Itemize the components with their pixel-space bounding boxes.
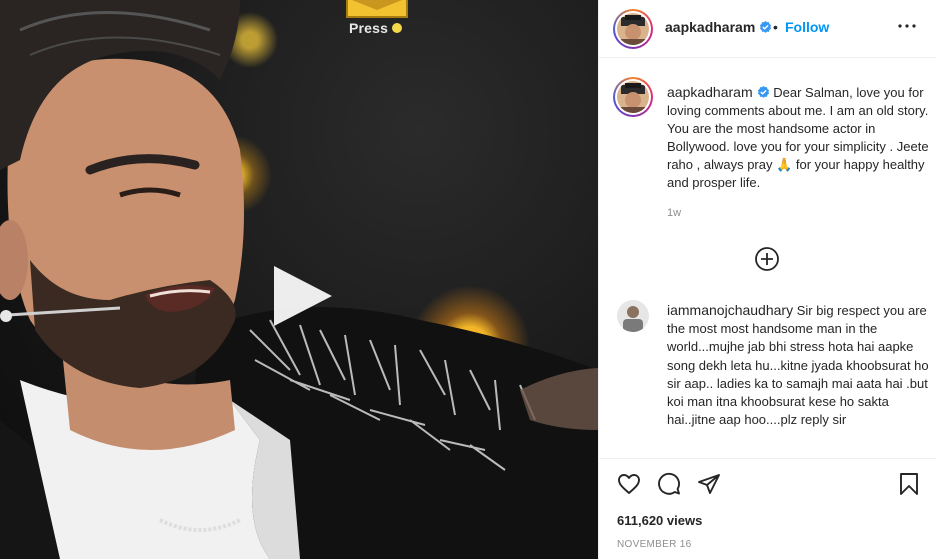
caption-author-avatar[interactable] bbox=[613, 77, 653, 117]
view-count[interactable]: 611,620 views bbox=[617, 513, 702, 528]
author-avatar[interactable] bbox=[613, 9, 653, 49]
action-bar bbox=[599, 458, 936, 508]
heart-icon[interactable] bbox=[617, 472, 641, 496]
comment-text: Sir big respect you are the most most ha… bbox=[667, 303, 929, 428]
more-options-icon[interactable] bbox=[895, 14, 919, 38]
post-header: aapkadharam • Follow bbox=[599, 0, 936, 58]
separator-dot: • bbox=[773, 19, 778, 35]
press-label: Press bbox=[349, 20, 389, 36]
paper-plane-icon[interactable] bbox=[697, 472, 721, 496]
caption-username[interactable]: aapkadharam bbox=[667, 84, 753, 100]
caption-timestamp[interactable]: 1w bbox=[667, 207, 681, 219]
plus-circle-icon[interactable] bbox=[754, 246, 780, 272]
author-username[interactable]: aapkadharam bbox=[665, 19, 755, 35]
avatar-image bbox=[617, 13, 649, 45]
avatar-image bbox=[617, 81, 649, 113]
comment-username[interactable]: iammanojchaudhary bbox=[667, 302, 793, 318]
comment-icon[interactable] bbox=[657, 472, 681, 496]
envelope-icon bbox=[346, 0, 408, 18]
caption-text: Dear Salman, love you for loving comment… bbox=[667, 85, 929, 190]
post-date[interactable]: NOVEMBER 16 bbox=[617, 539, 691, 550]
verified-badge-icon bbox=[757, 86, 769, 98]
post-media[interactable]: Press bbox=[0, 0, 598, 559]
post-side-panel: aapkadharam • Follow aapkadharam Dear Sa… bbox=[598, 0, 936, 559]
comment: iammanojchaudhary Sir big respect you ar… bbox=[667, 301, 929, 429]
verified-badge-icon bbox=[760, 21, 772, 33]
follow-button[interactable]: Follow bbox=[785, 19, 829, 35]
commenter-avatar[interactable] bbox=[617, 300, 649, 332]
bell-dot-icon bbox=[392, 23, 403, 33]
bookmark-icon[interactable] bbox=[897, 472, 921, 496]
play-icon[interactable] bbox=[270, 262, 336, 330]
press-badge: Press bbox=[344, 0, 410, 40]
avatar-image bbox=[617, 300, 649, 332]
post-caption: aapkadharam Dear Salman, love you for lo… bbox=[667, 83, 929, 192]
